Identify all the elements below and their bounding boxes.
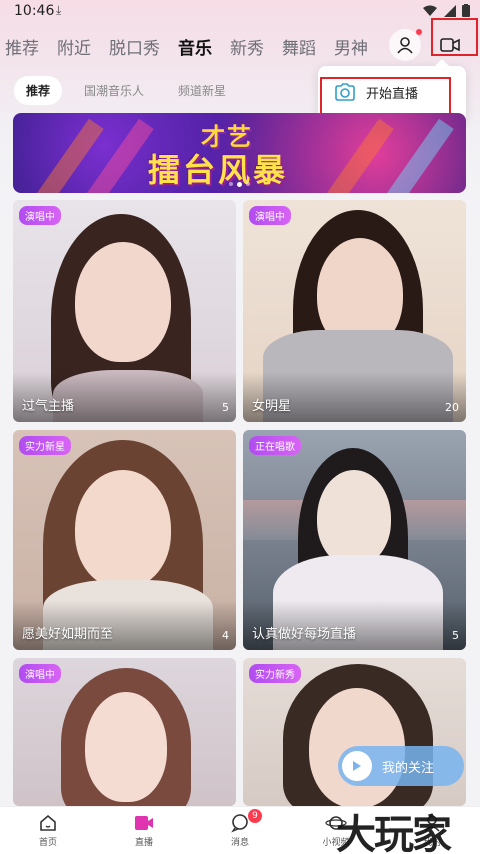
nav-messages-label: 消息: [230, 838, 249, 848]
tab-male-idol[interactable]: 男神: [334, 34, 368, 59]
status-badge: 演唱中: [249, 206, 291, 225]
category-tabs: 推荐 附近 脱口秀 音乐 新秀 舞蹈 男神: [0, 28, 390, 64]
status-badge: 正在唱歌: [249, 436, 301, 455]
nav-messages[interactable]: 9 消息: [192, 807, 288, 854]
banner-pagination: [13, 182, 466, 187]
message-icon: [231, 814, 248, 833]
status-badge: 实力新星: [19, 436, 71, 455]
nav-live-label: 直播: [134, 838, 153, 848]
my-follow-label: 我的关注: [382, 760, 435, 776]
sub-tabs: 推荐 国潮音乐人 频道新星: [14, 76, 238, 105]
card-title: 愿美好如期而至: [22, 627, 114, 642]
viewer-count: 20: [445, 401, 459, 414]
popup-arrow: [435, 59, 449, 66]
stream-card[interactable]: 正在唱歌 认真做好每场直播 5: [243, 430, 466, 650]
message-count-badge: 9: [248, 809, 262, 823]
tab-nearby[interactable]: 附近: [57, 34, 91, 59]
viewer-count: 5: [452, 629, 459, 642]
highlight-box-camera: [431, 18, 478, 56]
status-badge: 演唱中: [19, 664, 61, 683]
live-camera-icon: [135, 816, 153, 830]
subtab-guochao[interactable]: 国潮音乐人: [72, 76, 156, 105]
notification-dot: [416, 29, 422, 35]
stream-card[interactable]: 演唱中 女明星 20: [243, 200, 466, 422]
highlight-box-start-live: [320, 77, 451, 115]
status-badge: 实力新秀: [249, 664, 301, 683]
signal-icon: [444, 4, 456, 17]
status-icons: [422, 4, 470, 17]
tab-newstar[interactable]: 新秀: [230, 34, 264, 59]
status-bar: 10:46 ⤓: [0, 0, 480, 24]
card-title: 认真做好每场直播: [252, 627, 357, 642]
promo-banner[interactable]: 才艺 擂台风暴: [13, 113, 466, 193]
watermark-logo: 大玩家: [336, 811, 452, 854]
nav-home-label: 首页: [38, 838, 57, 848]
subtab-channel-newstar[interactable]: 频道新星: [166, 76, 238, 105]
status-badge: 演唱中: [19, 206, 61, 225]
tab-talkshow[interactable]: 脱口秀: [109, 34, 160, 59]
status-time: 10:46: [14, 3, 55, 19]
stream-card[interactable]: 实力新星 愿美好如期而至 4: [13, 430, 236, 650]
my-follow-button[interactable]: 我的关注: [338, 746, 464, 786]
stream-card[interactable]: 演唱中: [13, 658, 236, 806]
stream-card[interactable]: 演唱中 过气主播 5: [13, 200, 236, 422]
card-title: 女明星: [252, 399, 292, 414]
tab-music[interactable]: 音乐: [178, 34, 212, 59]
card-title: 过气主播: [22, 399, 75, 414]
battery-icon: [462, 4, 470, 17]
viewer-count: 4: [222, 629, 229, 642]
tab-recommend[interactable]: 推荐: [5, 34, 39, 59]
viewer-count: 5: [222, 401, 229, 414]
tab-dance[interactable]: 舞蹈: [282, 34, 316, 59]
nav-home[interactable]: 首页: [0, 807, 96, 854]
nav-live[interactable]: 直播: [96, 807, 192, 854]
wifi-icon: [423, 5, 437, 16]
subtab-recommend[interactable]: 推荐: [14, 76, 63, 105]
download-icon: ⤓: [56, 3, 62, 17]
user-icon: [397, 37, 413, 54]
home-icon: [40, 814, 56, 831]
play-icon: [342, 751, 372, 781]
